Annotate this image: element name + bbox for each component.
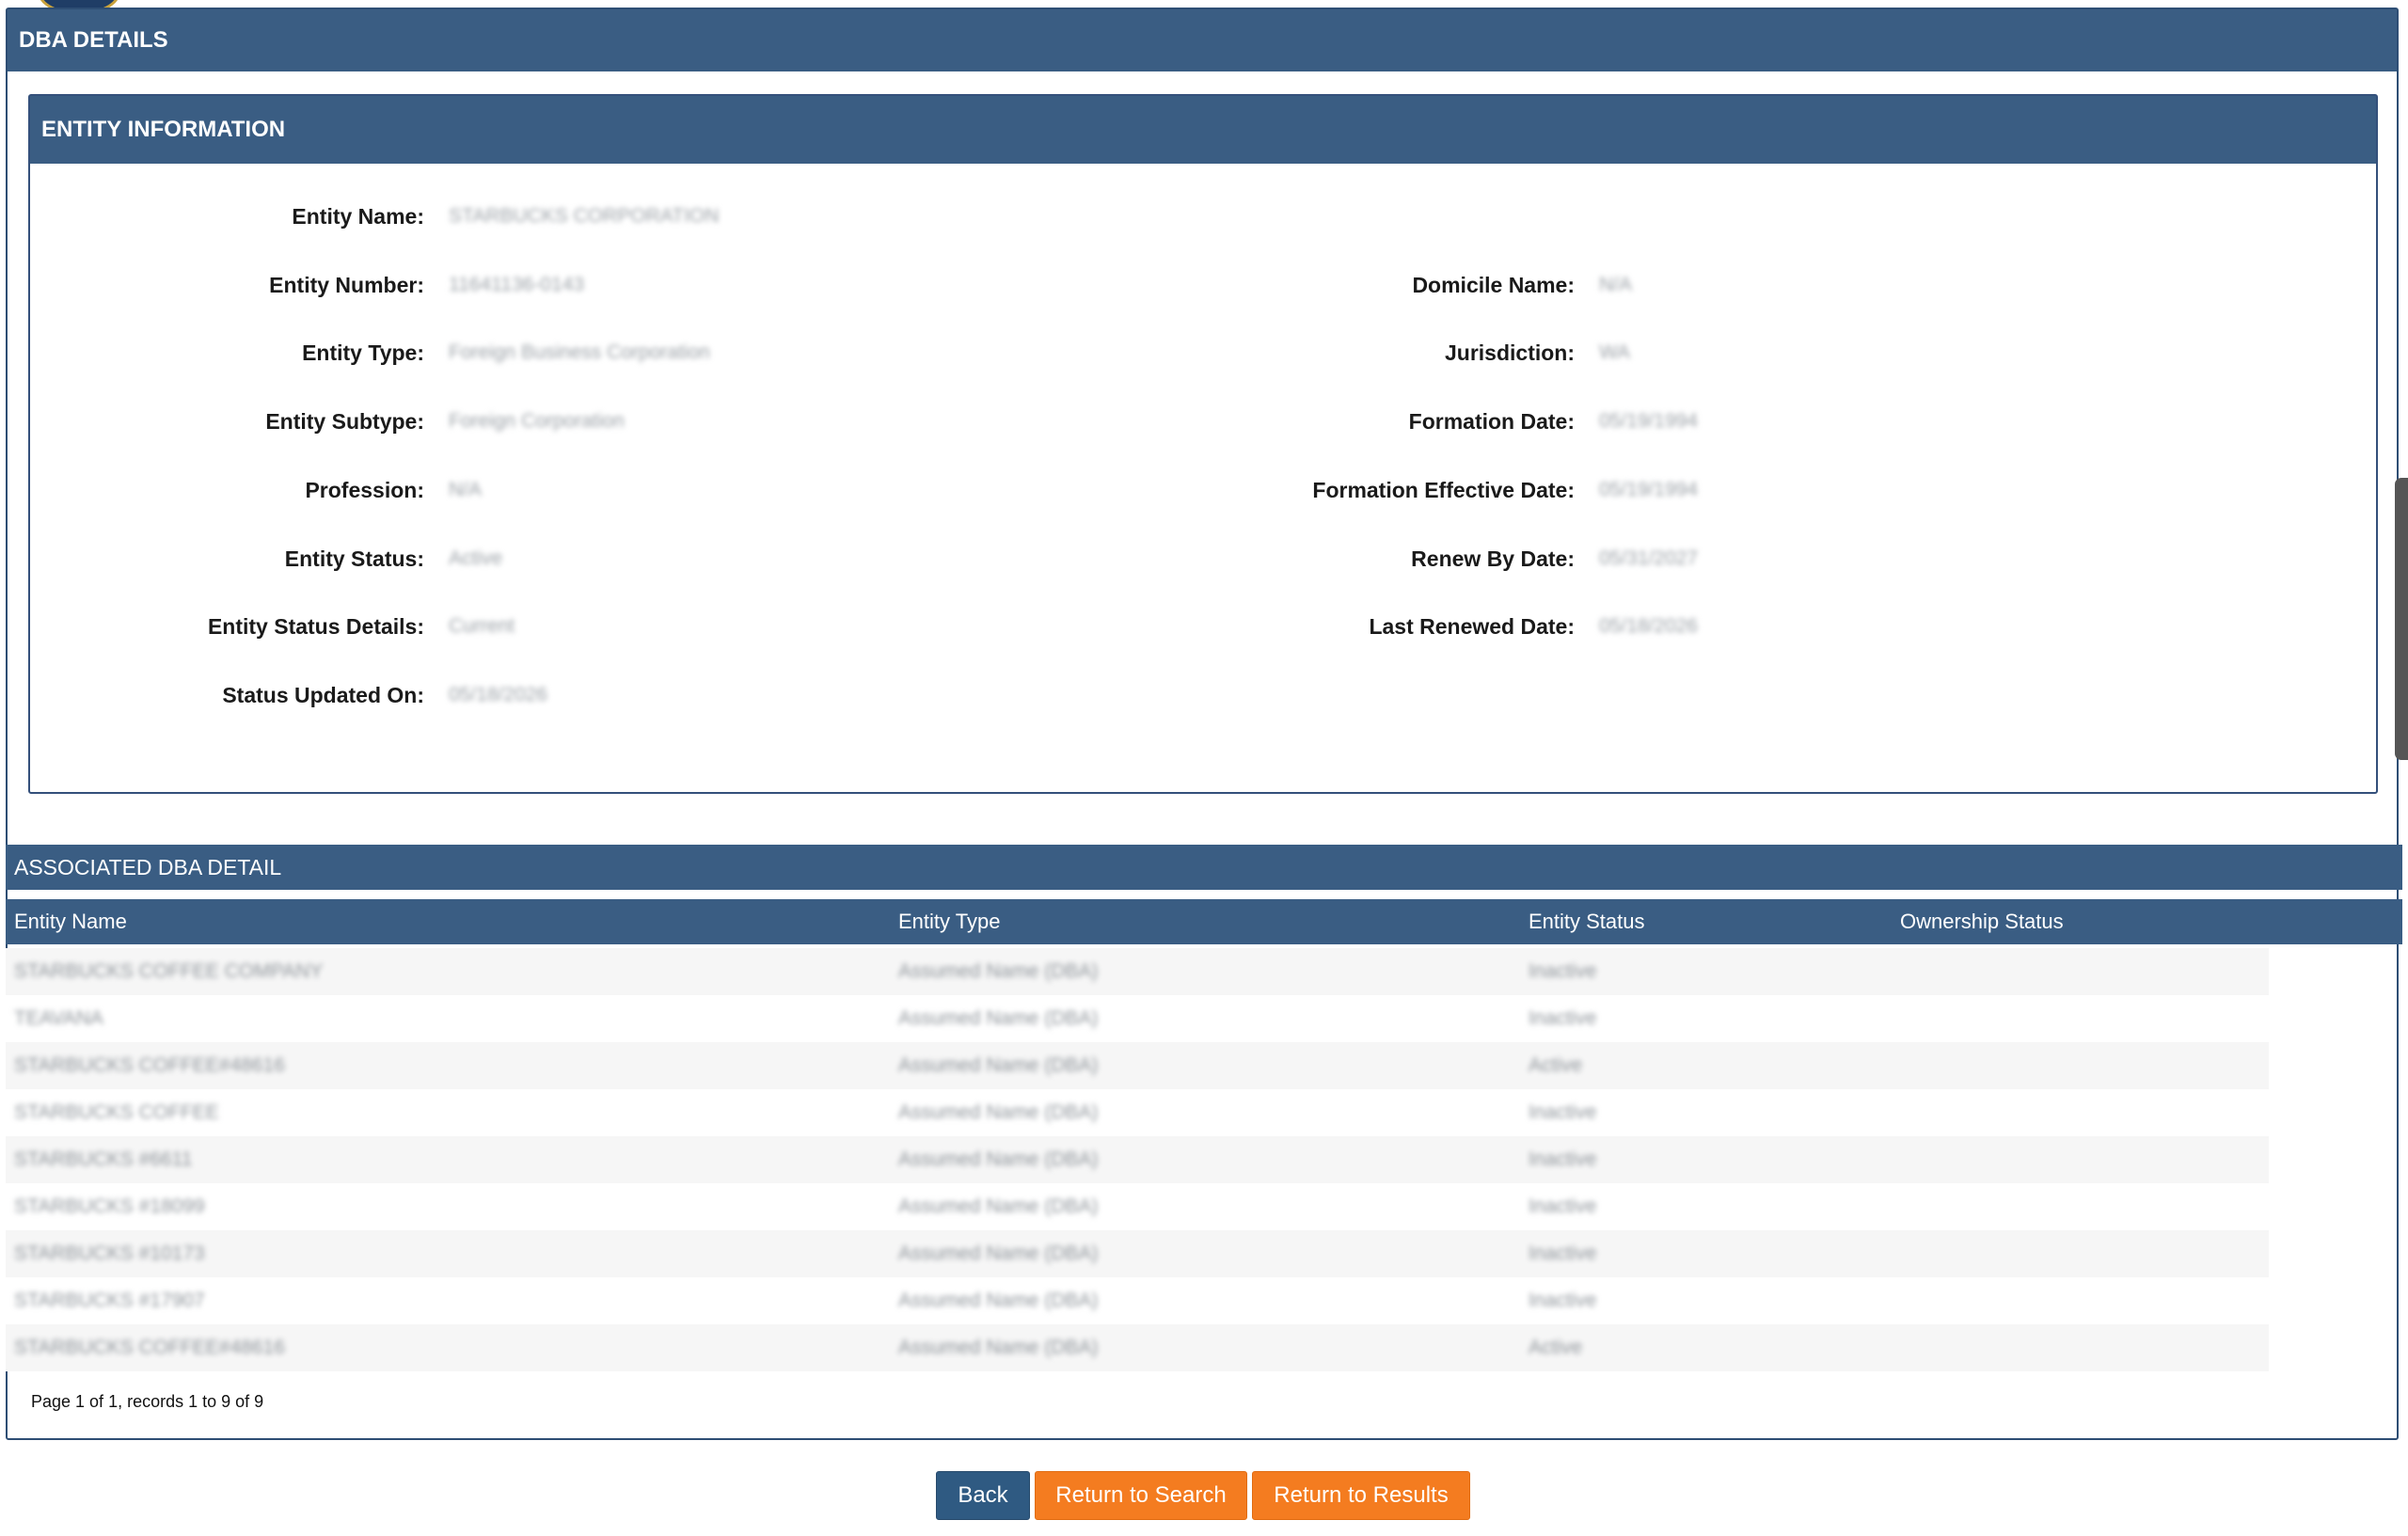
field-value: 05/18/2026: [1599, 615, 1699, 638]
table-cell-status: Active: [1529, 1054, 1583, 1076]
table-cell-status: Inactive: [1529, 1196, 1597, 1217]
return-to-search-button[interactable]: Return to Search: [1035, 1471, 1247, 1520]
column-header-entity-status[interactable]: Entity Status: [1529, 899, 1645, 944]
table-cell-name: STARBUCKS #10173: [14, 1243, 205, 1264]
return-to-results-button[interactable]: Return to Results: [1252, 1471, 1470, 1520]
field-label: Formation Effective Date:: [1312, 477, 1575, 502]
field-value: 05/18/2026: [449, 683, 548, 705]
table-cell-type: Assumed Name (DBA): [898, 1196, 1099, 1217]
field-label: Jurisdiction:: [1444, 340, 1575, 366]
field-value: Active: [449, 546, 503, 569]
entity-information-panel: ENTITY INFORMATION Entity Name: STARBUCKS…: [28, 94, 2378, 794]
back-button[interactable]: Back: [936, 1471, 1030, 1520]
table-cell-status: Inactive: [1529, 960, 1597, 982]
table-cell-type: Assumed Name (DBA): [898, 1243, 1099, 1264]
table-cell-status: Inactive: [1529, 1007, 1597, 1029]
field-value: Foreign Business Corporation: [449, 341, 710, 364]
column-header-entity-name[interactable]: Entity Name: [14, 899, 127, 944]
field-label: Domicile Name:: [1412, 272, 1575, 297]
field-value: 05/19/1994: [1599, 410, 1699, 433]
table-cell-status: Inactive: [1529, 1243, 1597, 1264]
table-cell-type: Assumed Name (DBA): [898, 1007, 1099, 1029]
field-value: N/A: [449, 478, 483, 500]
table-cell-name: STARBUCKS #6611: [14, 1148, 193, 1170]
table-cell-name: STARBUCKS COFFEE#48616: [14, 1337, 285, 1358]
table-cell-status: Active: [1529, 1337, 1583, 1358]
field-value: Current: [449, 615, 515, 638]
field-label: Formation Date:: [1408, 409, 1575, 435]
field-label: Renew By Date:: [1411, 546, 1575, 571]
field-value: N/A: [1599, 273, 1633, 295]
table-cell-type: Assumed Name (DBA): [898, 1290, 1099, 1311]
table-cell-type: Assumed Name (DBA): [898, 960, 1099, 982]
associated-dba-header: ASSOCIATED DBA DETAIL: [6, 845, 2402, 890]
dba-table-header: Entity Name Entity Type Entity Status Ow…: [6, 899, 2402, 944]
field-value: 11641136-0143: [449, 273, 585, 295]
table-cell-name: STARBUCKS COFFEE#48616: [14, 1054, 285, 1076]
associated-dba-title: ASSOCIATED DBA DETAIL: [14, 854, 282, 879]
table-cell-type: Assumed Name (DBA): [898, 1054, 1099, 1076]
dba-details-header: DBA DETAILS: [8, 9, 2397, 71]
field-label: Status Updated On:: [222, 682, 424, 707]
table-row[interactable]: STARBUCKS #18099 Assumed Name (DBA) Inacti…: [6, 1183, 2269, 1230]
column-header-ownership-status[interactable]: Ownership Status: [1900, 899, 2064, 944]
field-label: Entity Status Details:: [207, 614, 424, 640]
table-row[interactable]: STARBUCKS COFFEE Assumed Name (DBA) Inacti…: [6, 1089, 2269, 1136]
field-label: Last Renewed Date:: [1369, 614, 1575, 640]
field-value: 05/31/2027: [1599, 546, 1699, 569]
table-row[interactable]: STARBUCKS COFFEE#48616 Assumed Name (DBA)…: [6, 1324, 2269, 1371]
entity-information-title: ENTITY INFORMATION: [41, 117, 286, 142]
field-value: WA: [1599, 341, 1631, 364]
field-label: Profession:: [305, 477, 424, 502]
column-header-entity-type[interactable]: Entity Type: [898, 899, 1000, 944]
table-cell-type: Assumed Name (DBA): [898, 1337, 1099, 1358]
table-row[interactable]: STARBUCKS #6611 Assumed Name (DBA) Inactiv…: [6, 1136, 2269, 1183]
table-cell-name: STARBUCKS COFFEE COMPANY: [14, 960, 324, 982]
table-cell-type: Assumed Name (DBA): [898, 1148, 1099, 1170]
table-cell-name: TEAVANA: [14, 1007, 103, 1029]
table-row[interactable]: STARBUCKS #17907 Assumed Name (DBA) Inacti…: [6, 1277, 2269, 1324]
field-label: Entity Subtype:: [265, 409, 424, 435]
field-value: 05/19/1994: [1599, 478, 1699, 500]
table-cell-name: STARBUCKS COFFEE: [14, 1101, 219, 1123]
field-label: Entity Type:: [302, 340, 424, 366]
table-cell-name: STARBUCKS #17907: [14, 1290, 205, 1311]
table-cell-status: Inactive: [1529, 1101, 1597, 1123]
entity-information-header: ENTITY INFORMATION: [30, 96, 2376, 164]
pager-info: Page 1 of 1, records 1 to 9 of 9: [31, 1392, 264, 1411]
field-label: Entity Number:: [269, 272, 424, 297]
field-label: Entity Status:: [284, 546, 424, 571]
table-row[interactable]: STARBUCKS COFFEE COMPANY Assumed Name (DB…: [6, 948, 2269, 995]
table-cell-status: Inactive: [1529, 1290, 1597, 1311]
scrollbar-thumb[interactable]: [2395, 478, 2408, 760]
dba-details-title: DBA DETAILS: [19, 27, 168, 53]
field-label: Entity Name:: [292, 204, 424, 229]
table-row[interactable]: STARBUCKS COFFEE#48616 Assumed Name (DBA)…: [6, 1042, 2269, 1089]
table-cell-status: Inactive: [1529, 1148, 1597, 1170]
table-row[interactable]: TEAVANA Assumed Name (DBA) Inactive: [6, 995, 2269, 1042]
dba-table-body: STARBUCKS COFFEE COMPANY Assumed Name (DB…: [6, 948, 2269, 1371]
table-cell-name: STARBUCKS #18099: [14, 1196, 205, 1217]
field-value: Foreign Corporation: [449, 410, 625, 433]
field-value: STARBUCKS CORPORATION: [449, 205, 720, 227]
table-cell-type: Assumed Name (DBA): [898, 1101, 1099, 1123]
table-row[interactable]: STARBUCKS #10173 Assumed Name (DBA) Inacti…: [6, 1230, 2269, 1277]
